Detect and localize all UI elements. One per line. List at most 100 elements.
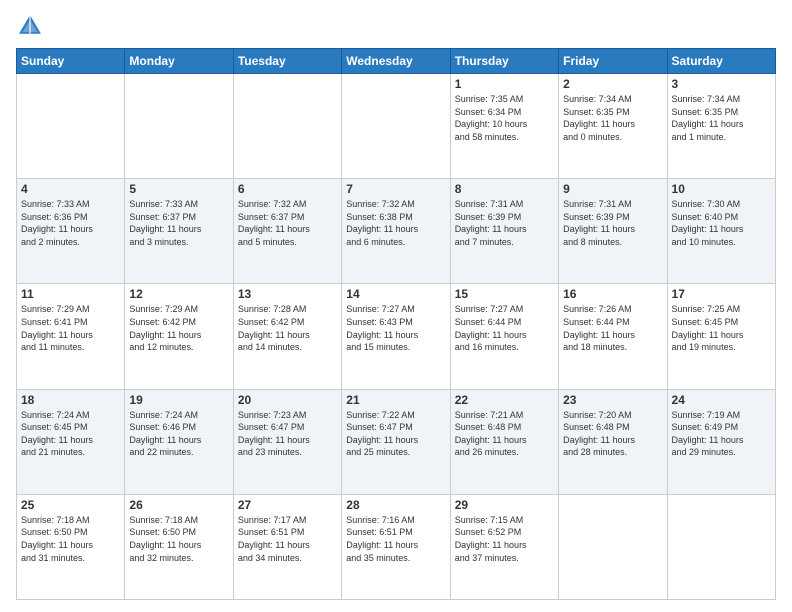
day-number: 3 <box>672 77 771 91</box>
calendar-cell: 13Sunrise: 7:28 AM Sunset: 6:42 PM Dayli… <box>233 284 341 389</box>
calendar-page: SundayMondayTuesdayWednesdayThursdayFrid… <box>0 0 792 612</box>
calendar-cell: 28 Sunrise: 7:16 AM Sunset: 6:51 PM Dayli… <box>342 494 450 599</box>
day-number: 1 <box>455 77 554 91</box>
calendar-cell: 7 Sunrise: 7:32 AM Sunset: 6:38 PM Daylig… <box>342 179 450 284</box>
day-number: 19 <box>129 393 228 407</box>
logo <box>16 12 48 40</box>
day-info: Sunrise: 7:16 AM Sunset: 6:51 PM Dayligh… <box>346 514 445 564</box>
day-info: Sunrise: 7:31 AM Sunset: 6:39 PM Dayligh… <box>455 198 554 248</box>
day-info: Sunrise: 7:21 AM Sunset: 6:48 PM Dayligh… <box>455 409 554 459</box>
day-info: Sunrise: 7:29 AM Sunset: 6:41 PM Dayligh… <box>21 303 120 353</box>
calendar-cell: 9 Sunrise: 7:31 AM Sunset: 6:39 PM Daylig… <box>559 179 667 284</box>
day-number: 9 <box>563 182 662 196</box>
calendar-week-2: 11 Sunrise: 7:29 AM Sunset: 6:41 PM Dayli… <box>17 284 776 389</box>
day-number: 6 <box>238 182 337 196</box>
calendar-cell: 18Sunrise: 7:24 AM Sunset: 6:45 PM Dayli… <box>17 389 125 494</box>
weekday-header-friday: Friday <box>559 49 667 74</box>
day-info: Sunrise: 7:24 AM Sunset: 6:46 PM Dayligh… <box>129 409 228 459</box>
day-info: Sunrise: 7:23 AM Sunset: 6:47 PM Dayligh… <box>238 409 337 459</box>
day-info: Sunrise: 7:27 AM Sunset: 6:44 PM Dayligh… <box>455 303 554 353</box>
day-number: 25 <box>21 498 120 512</box>
calendar-header: SundayMondayTuesdayWednesdayThursdayFrid… <box>17 49 776 74</box>
day-info: Sunrise: 7:19 AM Sunset: 6:49 PM Dayligh… <box>672 409 771 459</box>
day-info: Sunrise: 7:29 AM Sunset: 6:42 PM Dayligh… <box>129 303 228 353</box>
calendar-cell <box>233 74 341 179</box>
day-info: Sunrise: 7:32 AM Sunset: 6:37 PM Dayligh… <box>238 198 337 248</box>
day-info: Sunrise: 7:26 AM Sunset: 6:44 PM Dayligh… <box>563 303 662 353</box>
day-info: Sunrise: 7:34 AM Sunset: 6:35 PM Dayligh… <box>563 93 662 143</box>
calendar-cell: 23Sunrise: 7:20 AM Sunset: 6:48 PM Dayli… <box>559 389 667 494</box>
calendar-cell: 12 Sunrise: 7:29 AM Sunset: 6:42 PM Dayli… <box>125 284 233 389</box>
weekday-header-saturday: Saturday <box>667 49 775 74</box>
weekday-row: SundayMondayTuesdayWednesdayThursdayFrid… <box>17 49 776 74</box>
day-number: 12 <box>129 287 228 301</box>
day-info: Sunrise: 7:22 AM Sunset: 6:47 PM Dayligh… <box>346 409 445 459</box>
calendar-cell: 24 Sunrise: 7:19 AM Sunset: 6:49 PM Dayli… <box>667 389 775 494</box>
day-number: 28 <box>346 498 445 512</box>
day-number: 20 <box>238 393 337 407</box>
calendar-cell <box>559 494 667 599</box>
calendar-cell: 26 Sunrise: 7:18 AM Sunset: 6:50 PM Dayli… <box>125 494 233 599</box>
day-number: 15 <box>455 287 554 301</box>
calendar-cell: 1 Sunrise: 7:35 AM Sunset: 6:34 PM Daylig… <box>450 74 558 179</box>
day-number: 10 <box>672 182 771 196</box>
calendar-cell: 14 Sunrise: 7:27 AM Sunset: 6:43 PM Dayli… <box>342 284 450 389</box>
weekday-header-tuesday: Tuesday <box>233 49 341 74</box>
calendar-cell: 4 Sunrise: 7:33 AM Sunset: 6:36 PM Daylig… <box>17 179 125 284</box>
day-info: Sunrise: 7:35 AM Sunset: 6:34 PM Dayligh… <box>455 93 554 143</box>
day-info: Sunrise: 7:15 AM Sunset: 6:52 PM Dayligh… <box>455 514 554 564</box>
calendar-cell: 2 Sunrise: 7:34 AM Sunset: 6:35 PM Daylig… <box>559 74 667 179</box>
calendar-cell: 17 Sunrise: 7:25 AM Sunset: 6:45 PM Dayli… <box>667 284 775 389</box>
day-info: Sunrise: 7:33 AM Sunset: 6:37 PM Dayligh… <box>129 198 228 248</box>
day-info: Sunrise: 7:18 AM Sunset: 6:50 PM Dayligh… <box>129 514 228 564</box>
calendar-cell: 3 Sunrise: 7:34 AM Sunset: 6:35 PM Daylig… <box>667 74 775 179</box>
calendar-cell <box>342 74 450 179</box>
day-info: Sunrise: 7:17 AM Sunset: 6:51 PM Dayligh… <box>238 514 337 564</box>
calendar-cell: 25 Sunrise: 7:18 AM Sunset: 6:50 PM Dayli… <box>17 494 125 599</box>
day-info: Sunrise: 7:33 AM Sunset: 6:36 PM Dayligh… <box>21 198 120 248</box>
day-number: 26 <box>129 498 228 512</box>
day-info: Sunrise: 7:27 AM Sunset: 6:43 PM Dayligh… <box>346 303 445 353</box>
day-number: 23 <box>563 393 662 407</box>
logo-icon <box>16 12 44 40</box>
day-info: Sunrise: 7:18 AM Sunset: 6:50 PM Dayligh… <box>21 514 120 564</box>
day-info: Sunrise: 7:25 AM Sunset: 6:45 PM Dayligh… <box>672 303 771 353</box>
calendar-body: 1 Sunrise: 7:35 AM Sunset: 6:34 PM Daylig… <box>17 74 776 600</box>
calendar-cell: 16 Sunrise: 7:26 AM Sunset: 6:44 PM Dayli… <box>559 284 667 389</box>
day-info: Sunrise: 7:30 AM Sunset: 6:40 PM Dayligh… <box>672 198 771 248</box>
day-number: 4 <box>21 182 120 196</box>
calendar-cell: 5 Sunrise: 7:33 AM Sunset: 6:37 PM Daylig… <box>125 179 233 284</box>
weekday-header-sunday: Sunday <box>17 49 125 74</box>
day-info: Sunrise: 7:31 AM Sunset: 6:39 PM Dayligh… <box>563 198 662 248</box>
day-number: 24 <box>672 393 771 407</box>
calendar-cell: 8Sunrise: 7:31 AM Sunset: 6:39 PM Daylig… <box>450 179 558 284</box>
day-info: Sunrise: 7:28 AM Sunset: 6:42 PM Dayligh… <box>238 303 337 353</box>
calendar-cell: 20 Sunrise: 7:23 AM Sunset: 6:47 PM Dayli… <box>233 389 341 494</box>
day-number: 2 <box>563 77 662 91</box>
calendar-cell: 6 Sunrise: 7:32 AM Sunset: 6:37 PM Daylig… <box>233 179 341 284</box>
calendar-table: SundayMondayTuesdayWednesdayThursdayFrid… <box>16 48 776 600</box>
calendar-week-1: 4 Sunrise: 7:33 AM Sunset: 6:36 PM Daylig… <box>17 179 776 284</box>
calendar-cell <box>17 74 125 179</box>
day-number: 14 <box>346 287 445 301</box>
calendar-cell: 22Sunrise: 7:21 AM Sunset: 6:48 PM Dayli… <box>450 389 558 494</box>
calendar-cell: 19 Sunrise: 7:24 AM Sunset: 6:46 PM Dayli… <box>125 389 233 494</box>
day-number: 21 <box>346 393 445 407</box>
calendar-cell: 10 Sunrise: 7:30 AM Sunset: 6:40 PM Dayli… <box>667 179 775 284</box>
day-number: 17 <box>672 287 771 301</box>
weekday-header-thursday: Thursday <box>450 49 558 74</box>
calendar-cell: 27Sunrise: 7:17 AM Sunset: 6:51 PM Dayli… <box>233 494 341 599</box>
calendar-cell: 21 Sunrise: 7:22 AM Sunset: 6:47 PM Dayli… <box>342 389 450 494</box>
weekday-header-wednesday: Wednesday <box>342 49 450 74</box>
day-info: Sunrise: 7:34 AM Sunset: 6:35 PM Dayligh… <box>672 93 771 143</box>
day-number: 11 <box>21 287 120 301</box>
day-info: Sunrise: 7:32 AM Sunset: 6:38 PM Dayligh… <box>346 198 445 248</box>
calendar-cell: 15 Sunrise: 7:27 AM Sunset: 6:44 PM Dayli… <box>450 284 558 389</box>
page-header <box>16 12 776 40</box>
calendar-cell <box>667 494 775 599</box>
calendar-cell: 11 Sunrise: 7:29 AM Sunset: 6:41 PM Dayli… <box>17 284 125 389</box>
day-number: 16 <box>563 287 662 301</box>
day-number: 7 <box>346 182 445 196</box>
day-number: 5 <box>129 182 228 196</box>
calendar-week-0: 1 Sunrise: 7:35 AM Sunset: 6:34 PM Daylig… <box>17 74 776 179</box>
